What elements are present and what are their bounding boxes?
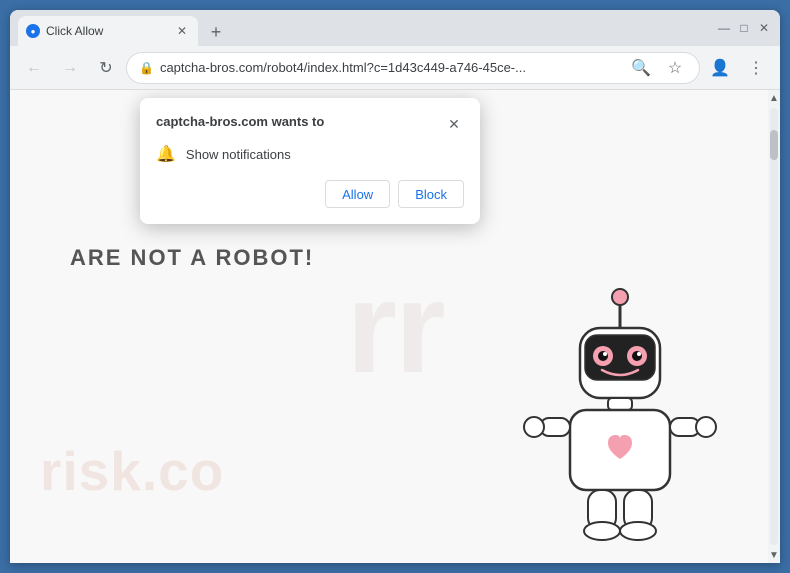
popup-title: captcha-bros.com wants to <box>156 114 324 129</box>
tab-favicon: ● <box>26 24 40 38</box>
watermark-large: rr <box>346 252 443 402</box>
tab-area: ● Click Allow ✕ + <box>18 10 716 46</box>
notification-row: 🔔 Show notifications <box>156 144 464 164</box>
popup-header: captcha-bros.com wants to ✕ <box>156 114 464 134</box>
minimize-button[interactable]: — <box>716 20 732 36</box>
url-text: captcha-bros.com/robot4/index.html?c=1d4… <box>160 60 619 75</box>
notification-popup: captcha-bros.com wants to ✕ 🔔 Show notif… <box>140 98 480 224</box>
page-content: rr risk.co ARE NOT A ROBOT! <box>10 90 780 563</box>
toolbar: ← → ↻ 🔒 captcha-bros.com/robot4/index.ht… <box>10 46 780 90</box>
bookmark-icon: ☆ <box>668 58 682 78</box>
maximize-button[interactable]: □ <box>736 20 752 36</box>
title-bar: ● Click Allow ✕ + — □ ✕ <box>10 10 780 46</box>
address-bar[interactable]: 🔒 captcha-bros.com/robot4/index.html?c=1… <box>126 52 700 84</box>
robot-illustration <box>520 273 720 553</box>
scrollbar[interactable]: ▲ ▼ <box>768 90 780 563</box>
forward-button[interactable]: → <box>54 52 86 84</box>
allow-button[interactable]: Allow <box>325 180 390 208</box>
bookmark-button[interactable]: ☆ <box>659 52 691 84</box>
close-button[interactable]: ✕ <box>756 20 772 36</box>
scroll-thumb[interactable] <box>770 130 778 160</box>
reload-icon: ↻ <box>99 58 112 78</box>
menu-button[interactable]: ⋮ <box>740 52 772 84</box>
scroll-up-arrow[interactable]: ▲ <box>768 90 780 106</box>
lock-icon: 🔒 <box>139 61 154 75</box>
popup-buttons: Allow Block <box>156 180 464 208</box>
tab-close-button[interactable]: ✕ <box>174 23 190 39</box>
menu-icon: ⋮ <box>748 58 764 78</box>
profile-icon: 👤 <box>710 58 730 78</box>
reload-button[interactable]: ↻ <box>90 52 122 84</box>
back-icon: ← <box>26 59 42 77</box>
scroll-down-arrow[interactable]: ▼ <box>768 547 780 563</box>
address-bar-icons: 🔍 ☆ <box>625 52 691 84</box>
watermark-bottom: risk.co <box>40 439 224 503</box>
search-button[interactable]: 🔍 <box>625 52 657 84</box>
active-tab[interactable]: ● Click Allow ✕ <box>18 16 198 46</box>
forward-icon: → <box>62 59 78 77</box>
profile-button[interactable]: 👤 <box>704 52 736 84</box>
bell-icon: 🔔 <box>156 144 176 164</box>
back-button[interactable]: ← <box>18 52 50 84</box>
block-button[interactable]: Block <box>398 180 464 208</box>
popup-close-button[interactable]: ✕ <box>444 114 464 134</box>
page-heading: ARE NOT A ROBOT! <box>70 245 314 271</box>
scroll-track[interactable] <box>770 108 778 545</box>
search-icon: 🔍 <box>631 58 651 78</box>
notification-text: Show notifications <box>186 147 291 162</box>
new-tab-button[interactable]: + <box>202 18 230 46</box>
browser-window: ● Click Allow ✕ + — □ ✕ ← → ↻ 🔒 captcha-… <box>10 10 780 563</box>
tab-title: Click Allow <box>46 24 168 38</box>
window-controls: — □ ✕ <box>716 20 772 36</box>
